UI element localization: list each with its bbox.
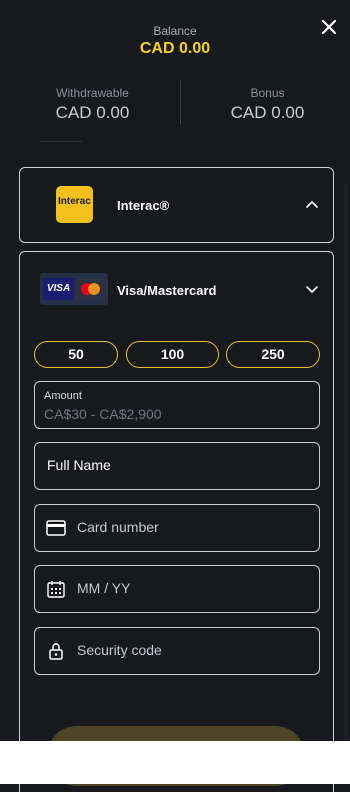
card-number-field[interactable]: Card number xyxy=(34,504,320,552)
full-name-input[interactable]: Full Name xyxy=(47,457,111,473)
decorative-divider xyxy=(40,141,82,142)
card-brands-logo: VISA xyxy=(40,273,108,305)
balance-label: Balance xyxy=(153,24,197,38)
bonus-stat: Bonus CAD 0.00 xyxy=(180,86,350,123)
calendar-icon xyxy=(47,581,65,598)
amount-field[interactable]: Amount CA$30 - CA$2,900 xyxy=(34,381,320,429)
visa-mastercard-title: Visa/Mastercard xyxy=(117,283,217,298)
amount-label: Amount xyxy=(44,390,82,402)
withdrawable-value: CAD 0.00 xyxy=(55,103,130,122)
bonus-label: Bonus xyxy=(250,86,285,100)
expiry-input[interactable]: MM / YY xyxy=(77,580,130,596)
withdrawable-stat: Withdrawable CAD 0.00 xyxy=(5,86,180,123)
visa-logo: VISA xyxy=(43,278,74,300)
stats-divider xyxy=(180,80,181,124)
chevron-down-icon[interactable] xyxy=(305,285,319,295)
payment-method-interac[interactable]: Interac Interac® xyxy=(19,167,334,243)
scrollbar[interactable] xyxy=(344,184,348,744)
full-name-field[interactable]: Full Name xyxy=(34,442,320,490)
lock-icon xyxy=(49,643,63,660)
interac-title: Interac® xyxy=(117,198,170,213)
balance-value: CAD 0.00 xyxy=(139,40,211,57)
bonus-value: CAD 0.00 xyxy=(230,103,305,122)
security-code-input[interactable]: Security code xyxy=(77,642,162,658)
card-number-input[interactable]: Card number xyxy=(77,519,159,535)
interac-logo: Interac xyxy=(56,186,93,223)
security-code-field[interactable]: Security code xyxy=(34,627,320,675)
quick-amount-50[interactable]: 50 xyxy=(34,341,118,368)
payment-method-visa-mastercard[interactable]: VISA Visa/Mastercard 50 100 250 Amount C… xyxy=(19,251,334,792)
withdrawable-label: Withdrawable xyxy=(56,86,129,100)
bottom-area xyxy=(0,741,350,784)
interac-logo-text: Interac xyxy=(58,196,91,207)
card-icon xyxy=(46,520,66,536)
quick-amount-250[interactable]: 250 xyxy=(226,341,320,368)
chevron-up-icon[interactable] xyxy=(305,199,319,209)
quick-amount-100[interactable]: 100 xyxy=(126,341,219,368)
balance-section: Balance CAD 0.00 xyxy=(0,24,350,58)
expiry-field[interactable]: MM / YY xyxy=(34,565,320,613)
amount-input[interactable]: CA$30 - CA$2,900 xyxy=(44,406,162,422)
balance-breakdown: Withdrawable CAD 0.00 Bonus CAD 0.00 xyxy=(0,86,350,126)
mastercard-logo xyxy=(76,278,106,300)
